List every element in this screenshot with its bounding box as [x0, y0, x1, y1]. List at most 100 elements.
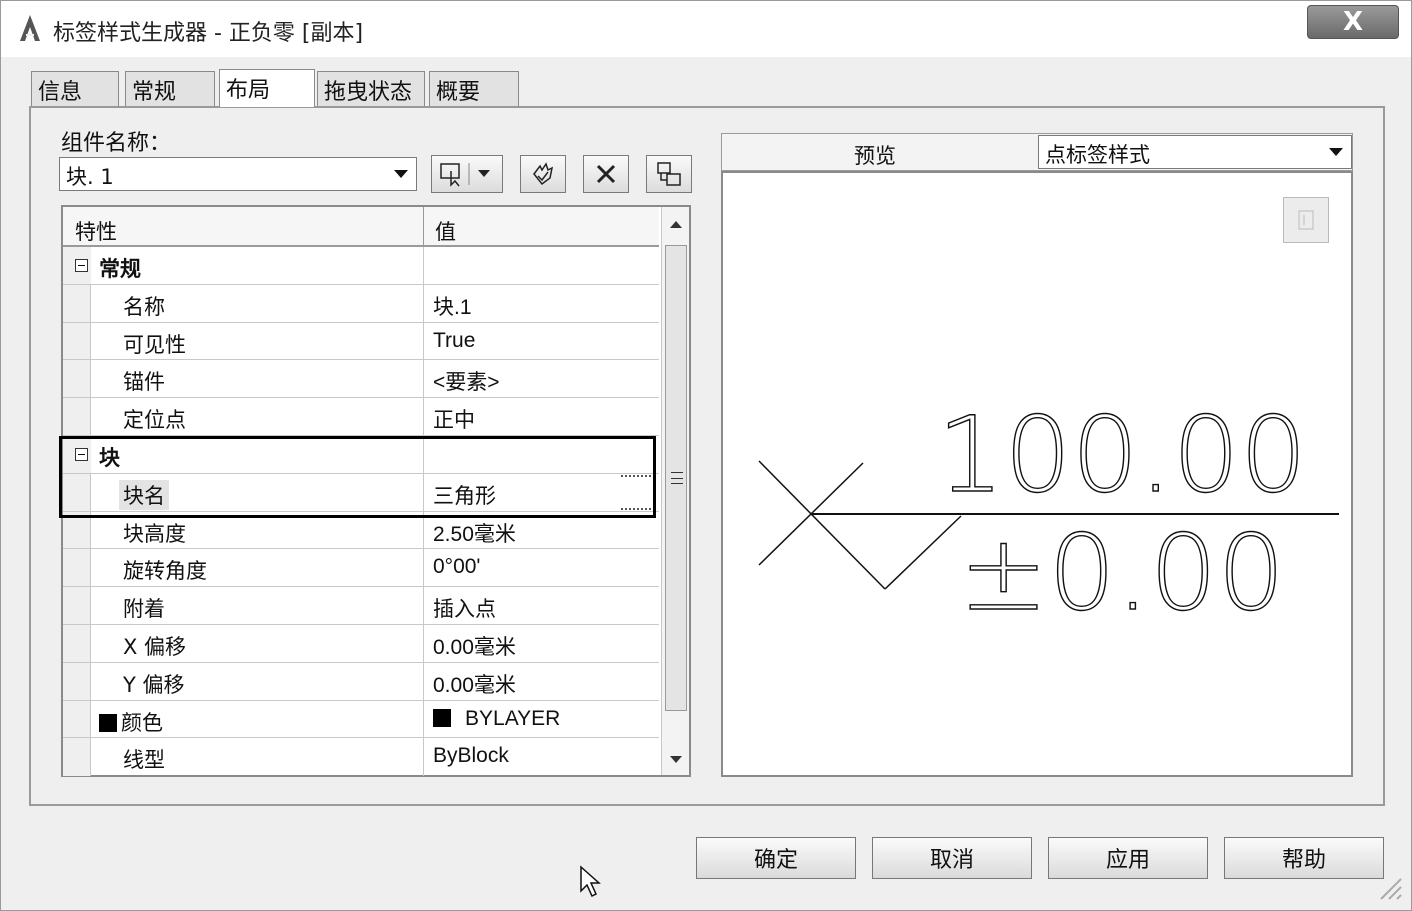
property-value[interactable]: 0.00毫米 [433, 669, 516, 699]
property-value[interactable]: 正中 [433, 404, 475, 434]
property-row-rotation-angle[interactable]: 旋转角度 0°00' [63, 549, 659, 588]
property-name-with-swatch: 颜色 [99, 707, 163, 737]
apply-button[interactable]: 应用 [1048, 837, 1208, 879]
property-name: 块高度 [123, 521, 186, 546]
column-divider [423, 511, 424, 549]
create-component-button[interactable] [431, 155, 503, 193]
component-name-select[interactable]: 块. 1 [59, 157, 417, 191]
copy-component-button[interactable] [520, 155, 566, 193]
property-value[interactable]: ByBlock [433, 744, 509, 768]
title-bar: 标签样式生成器 - 正负零 [副本] X [1, 1, 1411, 57]
property-grid-header: 特性 值 [63, 207, 659, 247]
autocad-logo-icon [20, 15, 40, 41]
property-value[interactable]: 三角形 [433, 480, 496, 510]
resize-grip-icon[interactable] [1377, 875, 1403, 901]
column-divider [423, 284, 424, 322]
create-component-icon [440, 163, 490, 187]
property-row-anchor-component[interactable]: 锚件 <要素> [63, 360, 659, 399]
row-gutter [63, 662, 91, 700]
property-value[interactable]: 插入点 [433, 593, 496, 623]
preview-canvas[interactable]: 100.00 ±0.00 [721, 171, 1353, 777]
property-value-with-swatch[interactable]: BYLAYER [433, 707, 560, 731]
category-row-general[interactable]: 常规 [63, 247, 659, 285]
tab-summary[interactable]: 概要 [429, 71, 519, 107]
property-row-linetype[interactable]: 线型 ByBlock [63, 738, 659, 777]
row-gutter [63, 398, 91, 435]
category-row-block[interactable]: 块 [63, 435, 659, 474]
column-header-property: 特性 [75, 220, 117, 244]
tab-layout[interactable]: 布局 [219, 69, 315, 107]
property-row-anchor-point[interactable]: 定位点 正中 [63, 398, 659, 436]
property-name: 块名 [119, 479, 169, 510]
component-name-value: 块. 1 [66, 165, 114, 189]
category-label: 常规 [99, 257, 141, 281]
row-gutter [63, 511, 91, 549]
ok-button[interactable]: 确定 [696, 837, 856, 879]
component-name-label: 组件名称： [61, 131, 172, 156]
delete-component-button[interactable] [583, 155, 629, 193]
property-row-block-name[interactable]: 块名 三角形 [63, 473, 659, 512]
row-gutter [63, 360, 91, 398]
tab-label: 常规 [132, 80, 177, 105]
preview-style-value: 点标签样式 [1045, 143, 1150, 167]
property-row-attachment[interactable]: 附着 插入点 [63, 587, 659, 625]
category-label: 块 [99, 445, 120, 470]
property-value[interactable]: <要素> [433, 366, 500, 396]
row-gutter [63, 284, 91, 322]
property-value[interactable]: True [433, 329, 475, 353]
color-swatch-icon [433, 708, 451, 727]
ok-button-label: 确定 [753, 848, 798, 873]
property-row-y-offset[interactable]: Y 偏移 0.00毫米 [63, 662, 659, 701]
row-gutter [63, 549, 91, 587]
property-row-block-height[interactable]: 块高度 2.50毫米 [63, 511, 659, 550]
property-grid: 特性 值 常规 名称 块.1 可见性 True 锚件 <要素> 定位点 正中 块… [61, 205, 691, 777]
collapse-icon[interactable] [75, 447, 88, 461]
property-name: 名称 [123, 294, 165, 319]
property-name: X 偏移 [123, 634, 187, 659]
preview-style-select[interactable]: 点标签样式 [1038, 135, 1352, 169]
collapse-icon[interactable] [75, 259, 88, 272]
copy-component-icon [533, 162, 554, 186]
property-row-name[interactable]: 名称 块.1 [63, 284, 659, 323]
tab-dragged-state[interactable]: 拖曳状态 [317, 71, 425, 107]
row-gutter [63, 738, 91, 777]
close-button[interactable]: X [1307, 5, 1399, 39]
property-rows: 常规 名称 块.1 可见性 True 锚件 <要素> 定位点 正中 块 块名 三… [63, 247, 659, 777]
property-row-x-offset[interactable]: X 偏移 0.00毫米 [63, 624, 659, 663]
column-divider [423, 247, 424, 284]
chevron-down-icon [394, 170, 408, 178]
row-gutter [63, 587, 91, 624]
column-divider [423, 700, 424, 738]
column-divider [423, 435, 424, 473]
scrollbar-thumb[interactable] [665, 245, 687, 711]
column-divider [423, 738, 424, 777]
scroll-up-arrow-icon[interactable] [670, 221, 682, 228]
label-text-bottom: ±0.00 [959, 512, 1285, 634]
scroll-down-arrow-icon[interactable] [670, 756, 682, 763]
column-divider [423, 473, 424, 511]
tab-info[interactable]: 信息 [31, 71, 119, 107]
property-row-visibility[interactable]: 可见性 True [63, 322, 659, 361]
apply-button-label: 应用 [1105, 848, 1150, 873]
property-row-color[interactable]: 颜色 BYLAYER [63, 700, 659, 739]
draw-order-button[interactable] [646, 155, 692, 193]
property-name: 颜色 [121, 710, 163, 735]
column-divider [423, 322, 424, 360]
row-gutter [63, 624, 91, 662]
column-divider [423, 549, 424, 587]
property-value[interactable]: 2.50毫米 [433, 518, 516, 548]
column-divider [423, 587, 424, 624]
property-value[interactable]: 块.1 [433, 291, 472, 321]
property-name: 定位点 [123, 408, 186, 433]
property-name: 锚件 [123, 370, 165, 395]
help-button[interactable]: 帮助 [1224, 837, 1384, 879]
close-icon: X [1342, 7, 1364, 37]
tab-general[interactable]: 常规 [125, 71, 215, 107]
property-grid-scrollbar[interactable] [661, 207, 689, 775]
property-value[interactable]: 0.00毫米 [433, 631, 516, 661]
cancel-button-label: 取消 [929, 848, 974, 873]
property-value[interactable]: 0°00' [433, 555, 480, 579]
dotted-edit-indicator [621, 474, 655, 477]
cancel-button[interactable]: 取消 [872, 837, 1032, 879]
dotted-edit-indicator [621, 507, 655, 510]
